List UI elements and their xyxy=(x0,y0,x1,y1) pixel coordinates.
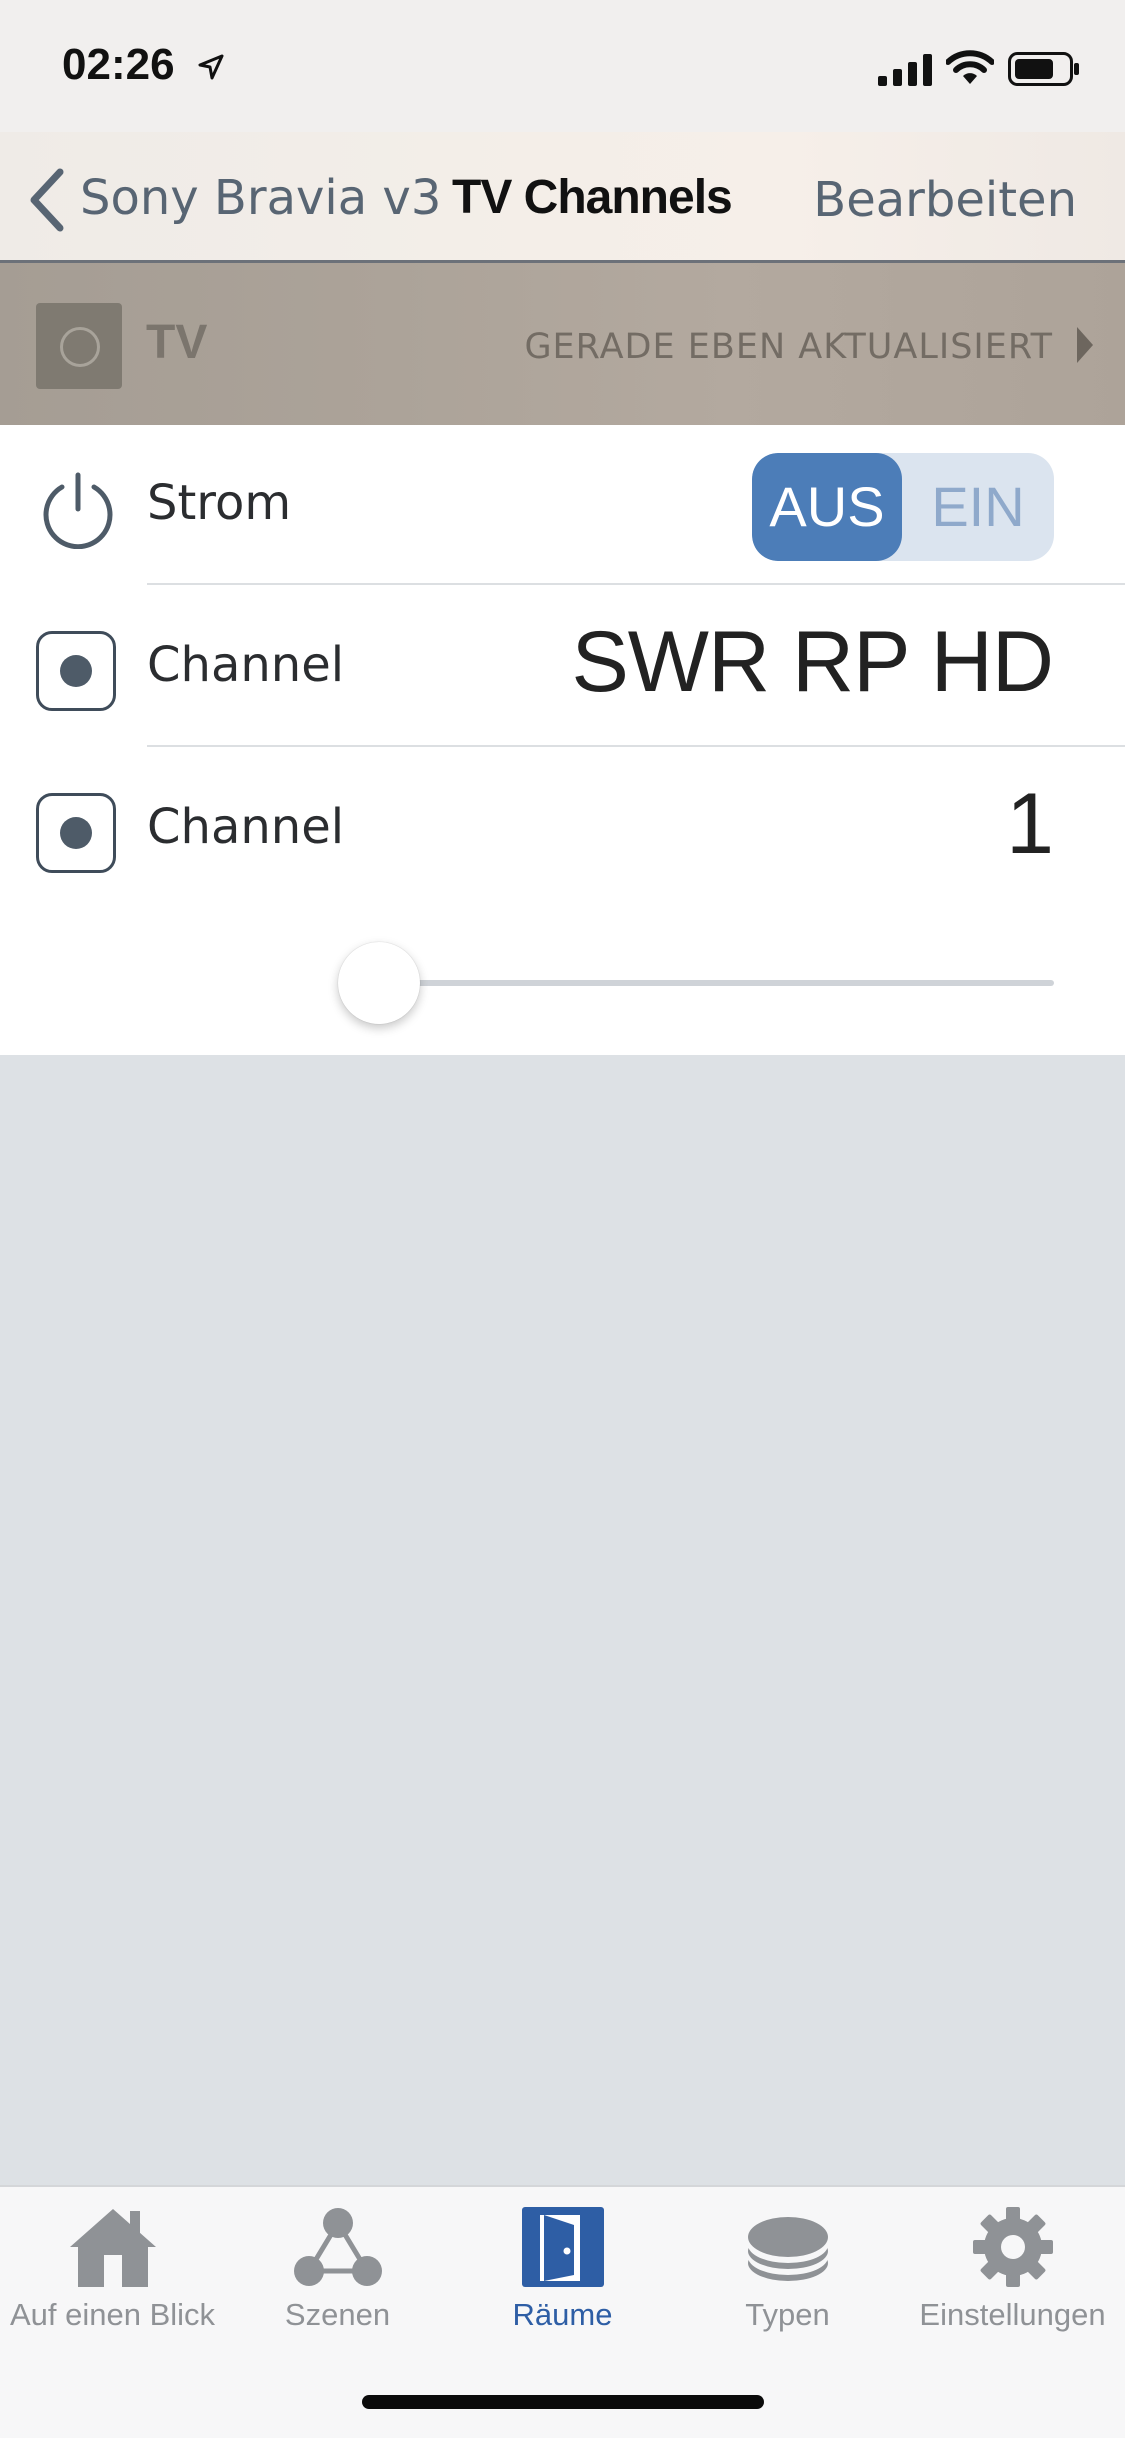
channel-name-value: SWR RP HD xyxy=(571,614,1054,710)
room-status: GERADE EBEN AKTUALISIERT xyxy=(524,327,1053,367)
gear-icon xyxy=(972,2207,1053,2287)
tab-einstellungen[interactable]: Einstellungen xyxy=(900,2205,1125,2355)
channel-slider-track[interactable] xyxy=(378,980,1054,986)
channel-label: Channel xyxy=(147,637,345,693)
device-controls: Strom AUS EIN Channel SWR RP HD Channel … xyxy=(0,425,1125,1055)
power-label: Strom xyxy=(147,475,292,531)
power-toggle[interactable]: AUS EIN xyxy=(752,453,1054,561)
page-title: TV Channels xyxy=(452,171,733,224)
edit-button[interactable]: Bearbeiten xyxy=(813,172,1077,228)
status-bar: 02:26 xyxy=(0,0,1125,132)
channel-number-row[interactable]: Channel 1 xyxy=(0,749,1125,909)
power-icon xyxy=(43,472,113,549)
radio-button-icon xyxy=(36,793,116,873)
chevron-right-icon xyxy=(1077,327,1093,363)
power-row: Strom AUS EIN xyxy=(0,425,1125,585)
room-header[interactable]: TV GERADE EBEN AKTUALISIERT xyxy=(0,263,1125,425)
divider xyxy=(147,745,1125,747)
tab-szenen[interactable]: Szenen xyxy=(225,2205,450,2355)
tab-label: Auf einen Blick xyxy=(9,2297,216,2332)
navigation-bar: Sony Bravia v3 TV Channels Bearbeiten xyxy=(0,132,1125,263)
tab-typen[interactable]: Typen xyxy=(675,2205,900,2355)
door-icon xyxy=(521,2207,604,2287)
wifi-icon xyxy=(946,50,994,84)
home-indicator[interactable] xyxy=(362,2395,764,2409)
channel-label: Channel xyxy=(147,799,345,855)
tab-label: Einstellungen xyxy=(919,2297,1106,2332)
chevron-left-icon[interactable] xyxy=(26,168,66,232)
room-name: TV xyxy=(146,316,208,369)
cellular-signal-icon xyxy=(878,54,932,86)
tab-label: Typen xyxy=(745,2297,830,2332)
tab-label: Räume xyxy=(512,2297,613,2332)
location-arrow-icon xyxy=(198,54,224,80)
radio-button-icon xyxy=(36,631,116,711)
tab-label: Szenen xyxy=(284,2297,391,2332)
channel-number-value: 1 xyxy=(1006,776,1054,872)
room-icon xyxy=(36,303,122,389)
status-time: 02:26 xyxy=(62,40,175,89)
house-icon xyxy=(69,2209,156,2287)
scenes-icon xyxy=(293,2208,382,2286)
power-on-option[interactable]: EIN xyxy=(902,453,1054,561)
divider xyxy=(147,583,1125,585)
back-button[interactable]: Sony Bravia v3 xyxy=(80,170,441,226)
channel-slider-thumb[interactable] xyxy=(338,942,420,1024)
tab-auf-einen-blick[interactable]: Auf einen Blick xyxy=(0,2205,225,2355)
layers-icon xyxy=(747,2217,828,2281)
tab-raeume[interactable]: Räume xyxy=(450,2205,675,2355)
channel-name-row[interactable]: Channel SWR RP HD xyxy=(0,587,1125,747)
battery-icon xyxy=(1008,52,1079,86)
power-off-option[interactable]: AUS xyxy=(752,453,902,561)
